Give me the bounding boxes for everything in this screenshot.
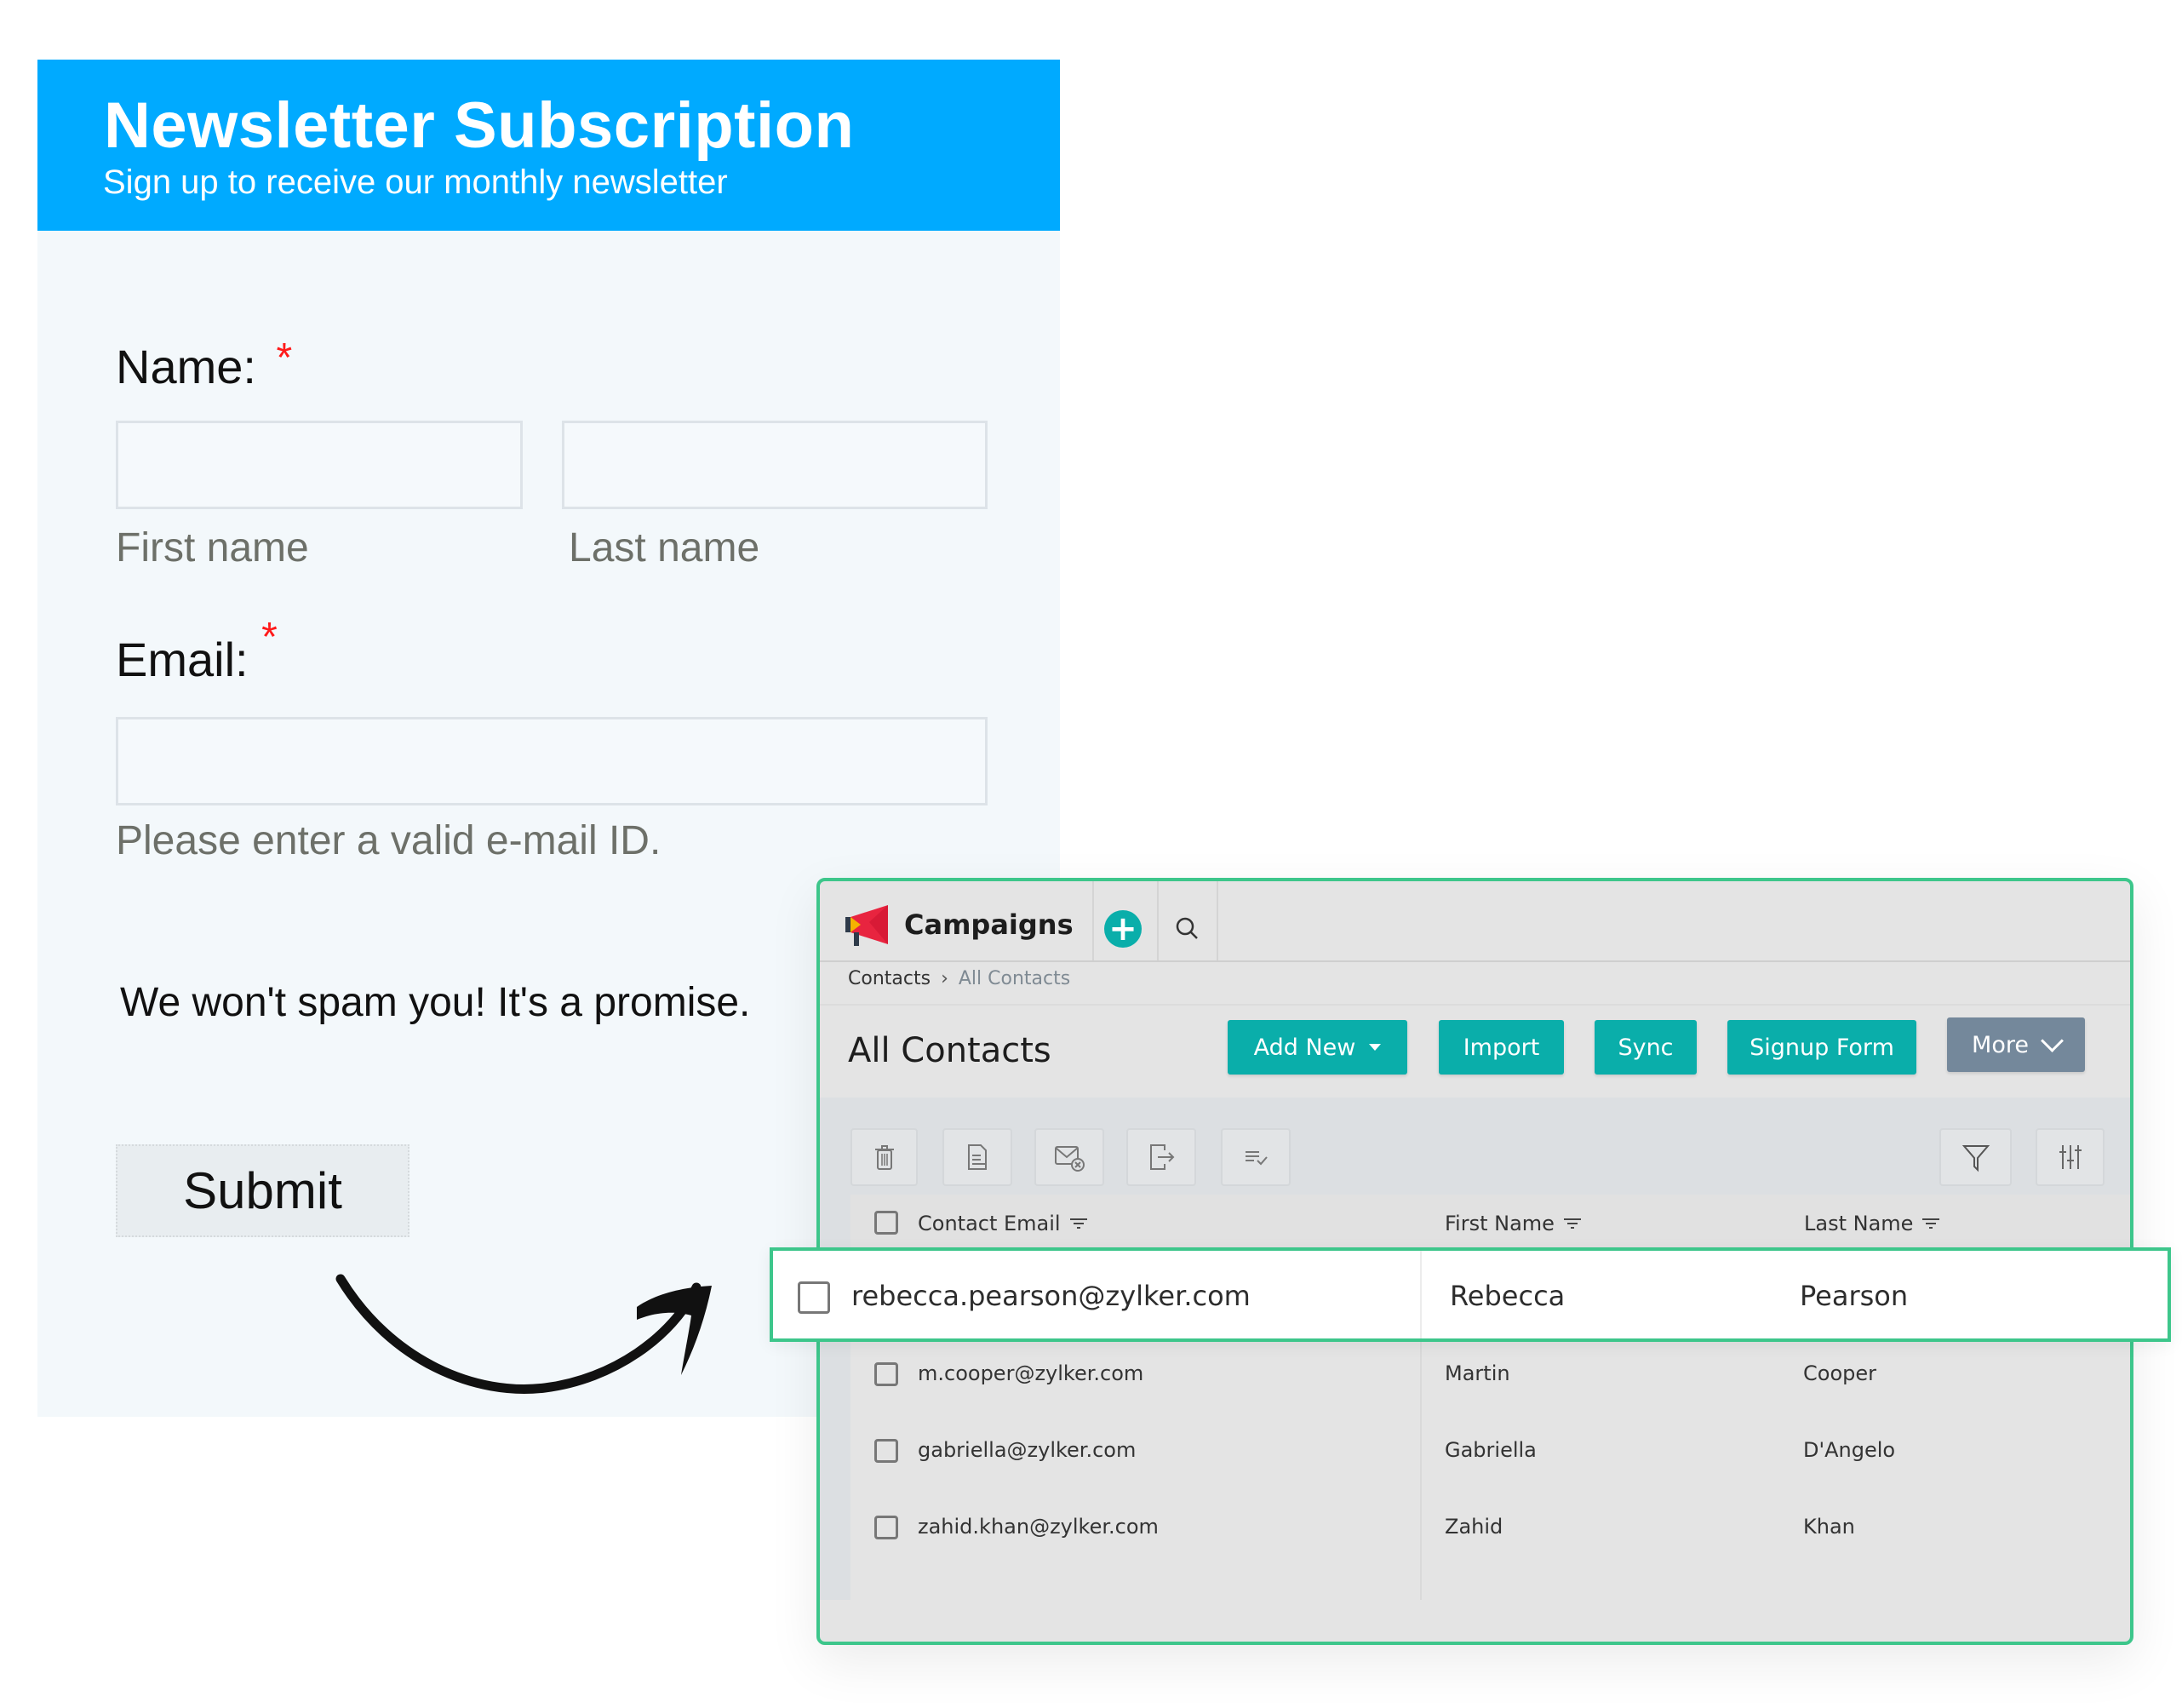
- column-header-last-name[interactable]: Last Name: [1804, 1212, 1940, 1235]
- move-button[interactable]: [1126, 1128, 1196, 1186]
- filter-button[interactable]: [1939, 1128, 2012, 1186]
- required-asterisk: *: [261, 615, 278, 660]
- column-header-label: Last Name: [1804, 1212, 1914, 1235]
- list-check-icon: [1246, 1151, 1268, 1166]
- first-name-input[interactable]: [116, 421, 523, 509]
- name-label: Name: *: [116, 335, 292, 394]
- cell-first-name: Rebecca: [1450, 1280, 1566, 1312]
- cell-last-name: Cooper: [1803, 1361, 1876, 1385]
- column-settings-icon: [2059, 1145, 2082, 1169]
- add-new-button[interactable]: Add New: [1228, 1020, 1407, 1075]
- sync-button[interactable]: Sync: [1595, 1020, 1697, 1075]
- column-header-label: Contact Email: [918, 1212, 1061, 1235]
- column-header-label: First Name: [1445, 1212, 1555, 1235]
- app-name: Campaigns: [904, 908, 1074, 941]
- submit-button[interactable]: Submit: [116, 1144, 409, 1237]
- cell-last-name: Khan: [1803, 1515, 1855, 1539]
- form-header: Newsletter Subscription Sign up to recei…: [37, 60, 1060, 231]
- divider: [1157, 881, 1159, 960]
- chevron-right-icon: ›: [941, 968, 948, 989]
- form-title: Newsletter Subscription: [104, 89, 855, 162]
- column-settings-button[interactable]: [2036, 1128, 2105, 1186]
- row-checkbox[interactable]: [874, 1362, 898, 1386]
- caret-down-icon: [1369, 1044, 1382, 1051]
- unsubscribe-button[interactable]: [1034, 1128, 1104, 1186]
- email-hint: Please enter a valid e-mail ID.: [116, 818, 661, 863]
- cell-first-name: Gabriella: [1445, 1438, 1537, 1462]
- email-unsubscribe-icon: [1055, 1146, 1085, 1172]
- cell-email[interactable]: rebecca.pearson@zylker.com: [851, 1280, 1251, 1312]
- export-document-button[interactable]: [942, 1128, 1012, 1186]
- delete-button[interactable]: [850, 1128, 918, 1186]
- add-new-label: Add New: [1253, 1034, 1356, 1061]
- column-divider: [1420, 1251, 1422, 1338]
- cell-first-name: Martin: [1445, 1361, 1510, 1385]
- sort-icon: [1922, 1218, 1940, 1229]
- breadcrumb-contacts[interactable]: Contacts: [848, 968, 931, 989]
- logout-export-icon: [1150, 1144, 1175, 1170]
- divider: [1217, 881, 1218, 960]
- trash-icon: [874, 1145, 894, 1170]
- cell-last-name: Pearson: [1800, 1280, 1909, 1312]
- cell-first-name: Zahid: [1445, 1515, 1503, 1539]
- more-label: More: [1972, 1031, 2029, 1058]
- more-button[interactable]: More: [1947, 1017, 2085, 1072]
- highlighted-table-row[interactable]: rebecca.pearson@zylker.com Rebecca Pears…: [770, 1247, 2171, 1342]
- search-icon[interactable]: [1174, 915, 1201, 943]
- sort-icon: [1069, 1218, 1087, 1229]
- name-label-text: Name:: [116, 340, 256, 393]
- cell-email[interactable]: zahid.khan@zylker.com: [918, 1515, 1159, 1539]
- megaphone-icon: [845, 905, 888, 946]
- sidebar-strip: [820, 1098, 850, 1600]
- cell-last-name: D'Angelo: [1803, 1438, 1896, 1462]
- divider: [820, 1004, 2130, 1006]
- column-header-first-name[interactable]: First Name: [1445, 1212, 1582, 1235]
- sort-icon: [1563, 1218, 1581, 1229]
- cell-email[interactable]: gabriella@zylker.com: [918, 1438, 1136, 1462]
- row-checkbox[interactable]: [798, 1281, 830, 1314]
- last-name-sublabel: Last name: [569, 525, 760, 570]
- select-all-checkbox[interactable]: [874, 1211, 898, 1235]
- last-name-input[interactable]: [562, 421, 988, 509]
- email-label: Email: *: [116, 615, 278, 687]
- breadcrumb: Contacts › All Contacts: [848, 968, 1070, 989]
- list-action-button[interactable]: [1221, 1128, 1291, 1186]
- form-subtitle: Sign up to receive our monthly newslette…: [103, 163, 728, 201]
- app-topbar: Campaigns +: [820, 881, 2130, 962]
- required-asterisk: *: [276, 335, 293, 381]
- row-checkbox[interactable]: [874, 1439, 898, 1463]
- table-header: Contact Email First Name Last Name: [850, 1195, 2130, 1251]
- filter-icon: [1962, 1145, 1990, 1172]
- column-header-email[interactable]: Contact Email: [918, 1212, 1088, 1235]
- plus-circle-icon[interactable]: +: [1104, 910, 1142, 948]
- email-input[interactable]: [116, 717, 988, 805]
- import-button[interactable]: Import: [1439, 1020, 1564, 1075]
- divider: [1092, 881, 1094, 960]
- email-label-text: Email:: [116, 633, 249, 686]
- no-spam-promise: We won't spam you! It's a promise.: [120, 980, 751, 1025]
- row-checkbox[interactable]: [874, 1516, 898, 1539]
- breadcrumb-all-contacts: All Contacts: [958, 968, 1071, 989]
- document-export-icon: [968, 1144, 987, 1170]
- chevron-down-icon: [2041, 1029, 2064, 1052]
- cell-email[interactable]: m.cooper@zylker.com: [918, 1361, 1143, 1385]
- signup-form-button[interactable]: Signup Form: [1727, 1020, 1916, 1075]
- first-name-sublabel: First name: [116, 525, 309, 570]
- page-title: All Contacts: [848, 1031, 1051, 1070]
